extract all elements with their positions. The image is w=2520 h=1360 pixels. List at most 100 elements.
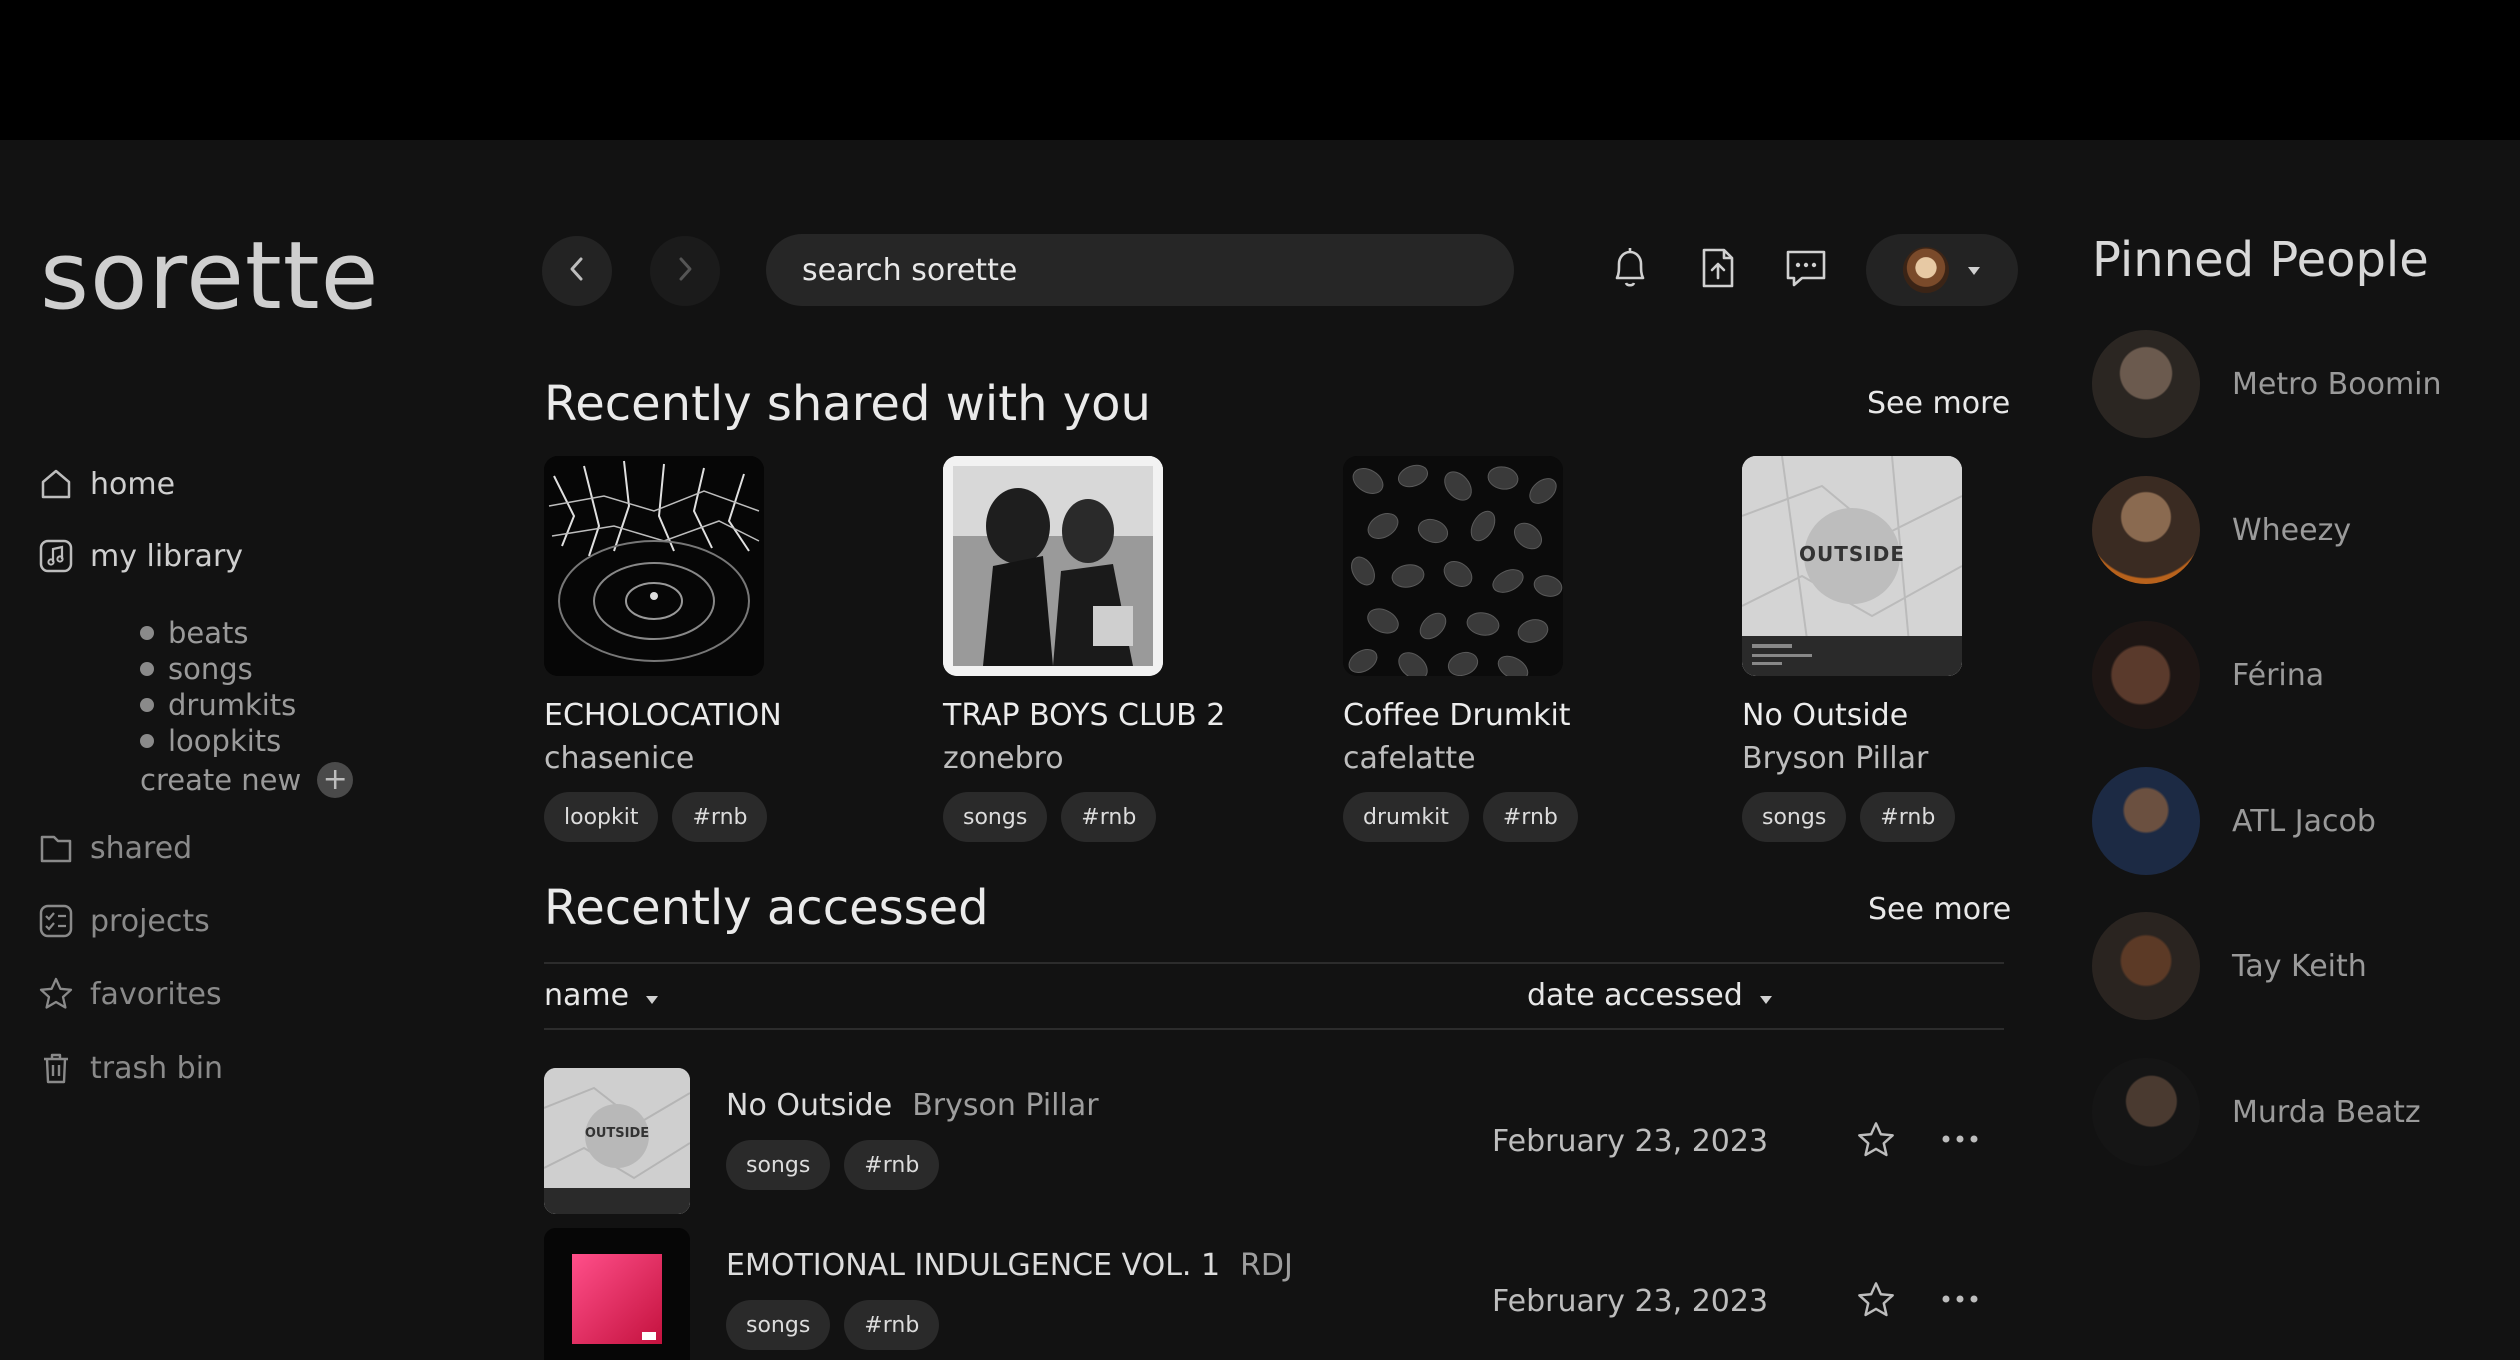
forward-arrow-icon [672,254,698,288]
tag-chip[interactable]: songs [943,792,1048,842]
tag-chip[interactable]: #rnb [672,792,768,842]
avatar[interactable] [2092,621,2200,729]
shared-card[interactable]: Coffee Drumkit cafelatte drumkit #rnb [1343,456,1723,842]
row-title[interactable]: EMOTIONAL INDULGENCE VOL. 1 RDJ [726,1248,1293,1283]
messages-button[interactable] [1780,244,1832,296]
sidebar-item-my-library[interactable]: my library [38,538,243,574]
pinned-people-title: Pinned People [2092,232,2429,288]
create-new-button[interactable]: create new + [140,762,354,798]
library-subitem-loopkits[interactable]: loopkits [140,724,281,758]
avatar[interactable] [2092,330,2200,438]
more-options-icon[interactable] [1940,1118,1980,1153]
table-divider [544,1028,2004,1030]
avatar[interactable] [2092,1058,2200,1166]
tag-chip[interactable]: drumkit [1343,792,1469,842]
tag-chip[interactable]: #rnb [844,1300,940,1350]
upload-icon [1696,244,1740,296]
sidebar-item-label: my library [90,538,244,574]
tag-chip[interactable]: songs [1742,792,1847,842]
card-title[interactable]: TRAP BOYS CLUB 2 [943,698,1323,733]
row-date: February 23, 2023 [1492,1124,1769,1159]
row-artist[interactable]: RDJ [1240,1248,1293,1283]
back-button[interactable] [542,236,612,306]
library-subitem-songs[interactable]: songs [140,652,253,686]
more-options-icon[interactable] [1940,1278,1980,1313]
row-title-text: EMOTIONAL INDULGENCE VOL. 1 [726,1248,1221,1283]
pinned-person[interactable]: Wheezy [2092,476,2351,584]
chat-icon [1782,244,1830,296]
album-cover[interactable] [544,456,764,676]
shared-card[interactable]: TRAP BOYS CLUB 2 zonebro songs #rnb [943,456,1323,842]
person-name[interactable]: Tay Keith [2232,949,2367,984]
person-name[interactable]: ATL Jacob [2232,804,2376,839]
row-artist[interactable]: Bryson Pillar [912,1088,1098,1123]
subitem-label: loopkits [168,724,282,758]
avatar[interactable] [2092,767,2200,875]
card-title[interactable]: ECHOLOCATION [544,698,924,733]
profile-menu-button[interactable] [1866,234,2018,306]
trash-icon [38,1050,74,1086]
tag-chip[interactable]: #rnb [844,1140,940,1190]
person-name[interactable]: Metro Boomin [2232,367,2442,402]
sidebar-item-home[interactable]: home [38,466,175,502]
person-name[interactable]: Wheezy [2232,513,2351,548]
card-artist[interactable]: Bryson Pillar [1742,741,2122,776]
create-new-label: create new [140,763,302,797]
pinned-person[interactable]: Férina [2092,621,2324,729]
app-logo[interactable]: sorette [40,222,379,331]
person-name[interactable]: Murda Beatz [2232,1095,2421,1130]
favorite-star-icon[interactable] [1856,1120,1896,1164]
caret-down-icon [645,978,659,1013]
tag-chip[interactable]: #rnb [1061,792,1157,842]
shared-card[interactable]: OUTSIDE No Outside Bryson Pillar songs #… [1742,456,2122,842]
upload-button[interactable] [1692,244,1744,296]
pinned-person[interactable]: ATL Jacob [2092,767,2376,875]
sidebar-item-label: projects [90,903,210,939]
card-title[interactable]: Coffee Drumkit [1343,698,1723,733]
column-header-date[interactable]: date accessed [1527,978,1773,1013]
sidebar-item-favorites[interactable]: favorites [38,976,222,1012]
pinned-person[interactable]: Murda Beatz [2092,1058,2421,1166]
album-cover[interactable] [943,456,1163,676]
recently-accessed-see-more[interactable]: See more [1868,892,2011,927]
library-subitem-drumkits[interactable]: drumkits [140,688,296,722]
shared-card[interactable]: ECHOLOCATION chasenice loopkit #rnb [544,456,924,842]
row-cover[interactable]: OUTSIDE [544,1068,690,1214]
card-artist[interactable]: cafelatte [1343,741,1723,776]
pinned-person[interactable]: Metro Boomin [2092,330,2442,438]
plus-icon[interactable]: + [317,762,354,798]
recently-shared-see-more[interactable]: See more [1867,386,2010,421]
favorite-star-icon[interactable] [1856,1280,1896,1324]
row-title[interactable]: No Outside Bryson Pillar [726,1088,1099,1123]
checklist-icon [38,903,74,939]
tag-chip[interactable]: #rnb [1482,792,1578,842]
tag-chip[interactable]: loopkit [544,792,659,842]
card-artist[interactable]: chasenice [544,741,924,776]
tag-chip[interactable]: #rnb [1860,792,1956,842]
back-arrow-icon [564,254,590,288]
tag-chip[interactable]: songs [726,1140,831,1190]
folder-icon [38,830,74,866]
pinned-person[interactable]: Tay Keith [2092,912,2367,1020]
card-title[interactable]: No Outside [1742,698,2122,733]
album-cover[interactable] [1343,456,1563,676]
card-artist[interactable]: zonebro [943,741,1323,776]
person-name[interactable]: Férina [2232,658,2324,693]
album-cover[interactable]: OUTSIDE [1742,456,1962,676]
forward-button[interactable] [650,236,720,306]
search-input[interactable]: search sorette [766,234,1514,306]
notifications-button[interactable] [1604,244,1656,296]
table-row[interactable]: EMOTIONAL INDULGENCE VOL. 1 RDJ songs #rn… [544,1228,2004,1360]
sidebar-item-projects[interactable]: projects [38,903,210,939]
tag-chip[interactable]: songs [726,1300,831,1350]
sidebar-item-shared[interactable]: shared [38,830,192,866]
library-subitem-beats[interactable]: beats [140,616,249,650]
sidebar-item-trash-bin[interactable]: trash bin [38,1050,223,1086]
recently-shared-title: Recently shared with you [544,376,1151,432]
table-row[interactable]: OUTSIDE No Outside Bryson Pillar songs #r… [544,1068,2004,1218]
avatar[interactable] [2092,912,2200,1020]
avatar[interactable] [2092,476,2200,584]
search-placeholder: search sorette [802,252,1018,288]
row-cover[interactable] [544,1228,690,1360]
column-header-name[interactable]: name [544,978,659,1013]
